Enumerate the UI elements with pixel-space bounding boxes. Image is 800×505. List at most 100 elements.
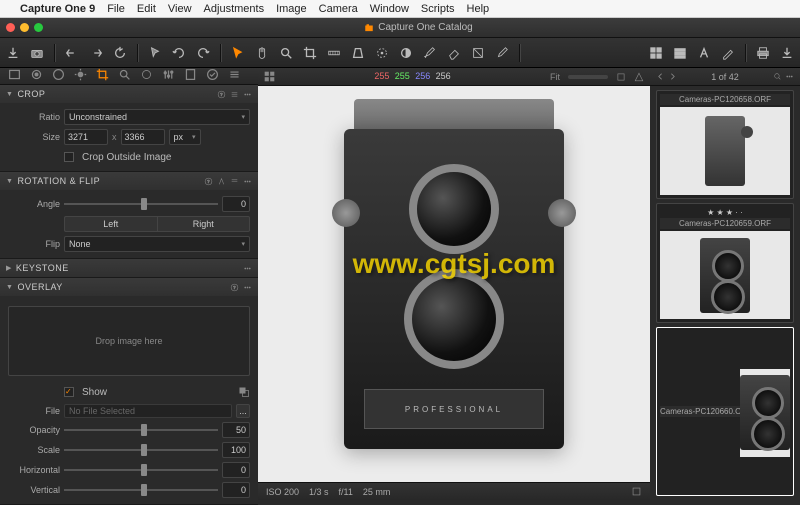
brush-tool-icon[interactable] xyxy=(423,46,437,60)
panel-menu-icon[interactable] xyxy=(243,283,252,292)
crop-height-input[interactable]: 3366 xyxy=(121,129,165,145)
print-icon[interactable] xyxy=(756,46,770,60)
gradient-tool-icon[interactable] xyxy=(471,46,485,60)
overlay-panel-header[interactable]: ▼ OVERLAY ? xyxy=(0,278,258,296)
menu-adjustments[interactable]: Adjustments xyxy=(204,3,265,15)
multi-view-icon[interactable] xyxy=(264,71,275,82)
thumbnail-item[interactable]: ★ ★ ★ · · Cameras-PC120659.ORF xyxy=(656,203,794,323)
exposure-tab-icon[interactable] xyxy=(74,68,87,84)
overlay-file-browse-button[interactable]: ... xyxy=(236,404,250,418)
menu-help[interactable]: Help xyxy=(467,3,490,15)
angle-value[interactable]: 0 xyxy=(222,196,250,212)
crop-outside-checkbox[interactable] xyxy=(64,152,74,162)
reset-icon[interactable] xyxy=(217,177,226,186)
edit-icon[interactable] xyxy=(721,46,735,60)
menu-view[interactable]: View xyxy=(168,3,192,15)
scale-value[interactable]: 100 xyxy=(222,442,250,458)
expand-icon[interactable] xyxy=(631,486,642,497)
import-icon[interactable] xyxy=(6,46,20,60)
rotate-left-button[interactable]: Left xyxy=(64,216,157,232)
next-image-icon[interactable] xyxy=(668,72,677,81)
horizontal-slider[interactable] xyxy=(64,462,218,478)
overlay-show-checkbox[interactable] xyxy=(64,387,74,397)
color-picker-icon[interactable] xyxy=(495,46,509,60)
rotate-right-button[interactable]: Right xyxy=(157,216,251,232)
scale-slider[interactable] xyxy=(64,442,218,458)
menu-scripts[interactable]: Scripts xyxy=(421,3,455,15)
mask-tool-icon[interactable] xyxy=(399,46,413,60)
rotate-right-icon[interactable] xyxy=(196,46,210,60)
output-tab-icon[interactable] xyxy=(206,68,219,84)
reset-icon[interactable] xyxy=(113,46,127,60)
batch-tab-icon[interactable] xyxy=(228,68,241,84)
rotate-left-icon[interactable] xyxy=(172,46,186,60)
overlay-dropzone[interactable]: Drop image here xyxy=(8,306,250,376)
vertical-value[interactable]: 0 xyxy=(222,482,250,498)
straighten-tool-icon[interactable] xyxy=(327,46,341,60)
select-tool-icon[interactable] xyxy=(231,46,245,60)
zoom-window-button[interactable] xyxy=(34,23,43,32)
annotation-icon[interactable] xyxy=(697,46,711,60)
horizontal-value[interactable]: 0 xyxy=(222,462,250,478)
local-adj-tab-icon[interactable] xyxy=(140,68,153,84)
capture-icon[interactable] xyxy=(30,46,44,60)
prev-image-icon[interactable] xyxy=(656,72,665,81)
zoom-fit-label[interactable]: Fit xyxy=(550,72,560,82)
keystone-tool-icon[interactable] xyxy=(351,46,365,60)
zoom-slider[interactable] xyxy=(568,75,608,79)
proof-icon[interactable] xyxy=(616,72,626,82)
composition-tab-icon[interactable] xyxy=(96,68,109,84)
close-window-button[interactable] xyxy=(6,23,15,32)
undo-icon[interactable] xyxy=(65,46,79,60)
viewer-canvas[interactable]: PROFESSIONAL www.cgtsj.com xyxy=(258,86,650,482)
export-icon[interactable] xyxy=(780,46,794,60)
crop-unit-select[interactable]: px▾ xyxy=(169,129,201,145)
angle-slider[interactable] xyxy=(64,196,218,212)
preset-icon[interactable] xyxy=(230,177,239,186)
panel-menu-icon[interactable] xyxy=(243,90,252,99)
menu-image[interactable]: Image xyxy=(276,3,307,15)
flip-select[interactable]: None▾ xyxy=(64,236,250,252)
details-tab-icon[interactable] xyxy=(118,68,131,84)
browser-search-icon[interactable] xyxy=(773,72,782,81)
browser-menu-icon[interactable] xyxy=(785,72,794,81)
color-tab-icon[interactable] xyxy=(52,68,65,84)
minimize-window-button[interactable] xyxy=(20,23,29,32)
overlay-composite-icon[interactable] xyxy=(238,386,250,398)
thumbnail-item[interactable]: Cameras-PC120660.ORF xyxy=(656,327,794,496)
hand-tool-icon[interactable] xyxy=(255,46,269,60)
menu-window[interactable]: Window xyxy=(370,3,409,15)
grid-view-icon[interactable] xyxy=(649,46,663,60)
crop-panel-header[interactable]: ▼ CROP ? xyxy=(0,85,258,103)
crop-tool-icon[interactable] xyxy=(303,46,317,60)
metadata-tab-icon[interactable] xyxy=(184,68,197,84)
menu-file[interactable]: File xyxy=(107,3,125,15)
opacity-value[interactable]: 50 xyxy=(222,422,250,438)
eraser-tool-icon[interactable] xyxy=(447,46,461,60)
thumbnail-item[interactable]: Cameras-PC120658.ORF xyxy=(656,90,794,199)
spot-tool-icon[interactable] xyxy=(375,46,389,60)
ratio-select[interactable]: Unconstrained▾ xyxy=(64,109,250,125)
app-menu[interactable]: Capture One 9 xyxy=(20,3,95,15)
adjustments-tab-icon[interactable] xyxy=(162,68,175,84)
crop-width-input[interactable]: 3271 xyxy=(64,129,108,145)
capture-tab-icon[interactable] xyxy=(30,68,43,84)
opacity-slider[interactable] xyxy=(64,422,218,438)
arrange-icon[interactable] xyxy=(673,46,687,60)
help-icon[interactable]: ? xyxy=(230,283,239,292)
keystone-panel-header[interactable]: ▶ KEYSTONE xyxy=(0,259,258,277)
redo-icon[interactable] xyxy=(89,46,103,60)
help-icon[interactable]: ? xyxy=(204,177,213,186)
help-icon[interactable]: ? xyxy=(217,90,226,99)
cursor-tool-icon[interactable] xyxy=(148,46,162,60)
warning-icon[interactable] xyxy=(634,72,644,82)
rotation-panel-header[interactable]: ▼ ROTATION & FLIP ? xyxy=(0,172,258,190)
menu-camera[interactable]: Camera xyxy=(319,3,358,15)
panel-menu-icon[interactable] xyxy=(243,264,252,273)
panel-menu-icon[interactable] xyxy=(243,177,252,186)
zoom-tool-icon[interactable] xyxy=(279,46,293,60)
preset-icon[interactable] xyxy=(230,90,239,99)
menu-edit[interactable]: Edit xyxy=(137,3,156,15)
library-tab-icon[interactable] xyxy=(8,68,21,84)
vertical-slider[interactable] xyxy=(64,482,218,498)
